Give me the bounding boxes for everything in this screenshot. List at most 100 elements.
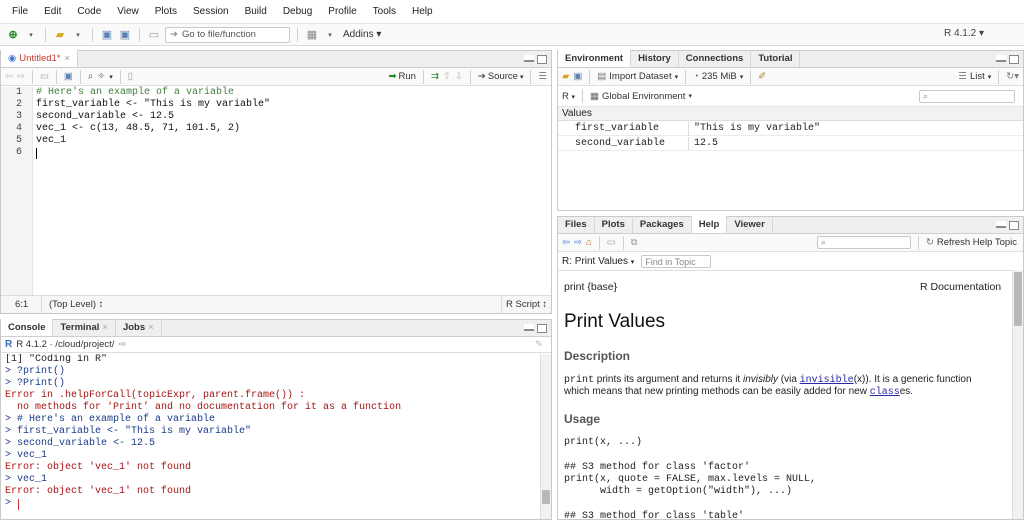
class-link[interactable]: class xyxy=(870,387,900,398)
tab-connections[interactable]: Connections xyxy=(679,50,752,67)
maximize-icon[interactable] xyxy=(537,324,547,333)
menu-item-plots[interactable]: Plots xyxy=(147,6,185,17)
go-down-icon[interactable]: ⇩ xyxy=(455,71,463,82)
environment-row[interactable]: second_variable 12.5 xyxy=(558,137,1023,151)
memory-usage-button[interactable]: ◔ 235 MiB ▾ xyxy=(693,71,743,82)
scope-selector[interactable]: (Top Level) ↕ xyxy=(49,299,103,310)
new-file-icon[interactable]: ⊕ xyxy=(6,28,20,42)
home-icon[interactable]: ⌂ xyxy=(586,237,592,248)
clear-console-icon[interactable]: ✎ xyxy=(535,339,543,350)
search-icon[interactable]: ⌕ xyxy=(88,71,93,82)
menu-item-view[interactable]: View xyxy=(109,6,147,17)
find-in-topic-input[interactable]: Find in Topic xyxy=(641,255,712,268)
print-icon[interactable]: ▭ xyxy=(147,28,161,42)
menu-item-debug[interactable]: Debug xyxy=(275,6,320,17)
tab-history[interactable]: History xyxy=(631,50,679,67)
forward-arrow-icon[interactable]: ⇨ xyxy=(574,237,582,248)
import-dataset-button[interactable]: ▤ Import Dataset ▾ xyxy=(597,71,678,82)
tab-viewer[interactable]: Viewer xyxy=(727,216,773,233)
save-icon[interactable]: ▣ xyxy=(64,71,73,82)
environment-selector[interactable]: ▦ Global Environment ▾ xyxy=(590,91,692,102)
goto-file-input[interactable]: ➔ Go to file/function xyxy=(165,26,290,43)
compile-report-icon[interactable]: ▯ xyxy=(128,71,133,82)
minimize-icon[interactable] xyxy=(524,324,534,331)
menu-item-profile[interactable]: Profile xyxy=(320,6,364,17)
maximize-icon[interactable] xyxy=(1009,221,1019,230)
scrollbar-thumb[interactable] xyxy=(1014,272,1022,326)
menu-item-file[interactable]: File xyxy=(4,6,36,17)
tab-untitled1[interactable]: ◉ Untitled1* × xyxy=(1,50,79,67)
addins-button[interactable]: Addins ▾ xyxy=(343,29,381,40)
back-arrow-icon[interactable]: ⇦ xyxy=(5,71,13,82)
save-icon[interactable]: ▣ xyxy=(100,28,114,42)
close-icon[interactable]: × xyxy=(102,322,108,333)
help-content: print {base} R Documentation Print Value… xyxy=(558,270,1011,519)
tab-environment[interactable]: Environment xyxy=(558,50,632,67)
menu-item-tools[interactable]: Tools xyxy=(365,6,404,17)
view-mode-button[interactable]: ☰ List ▾ xyxy=(958,71,991,82)
tab-packages[interactable]: Packages xyxy=(633,216,692,233)
dropdown-arrow-icon[interactable]: ▾ xyxy=(71,28,85,42)
menu-item-help[interactable]: Help xyxy=(404,6,441,17)
grid-layout-icon[interactable]: ▦ xyxy=(305,28,319,42)
menu-item-code[interactable]: Code xyxy=(69,6,109,17)
source-button[interactable]: ➔ Source ▾ xyxy=(478,71,524,82)
help-tabbar: Files Plots Packages Help Viewer xyxy=(558,216,1023,234)
menu-item-session[interactable]: Session xyxy=(185,6,237,17)
back-arrow-icon[interactable]: ⇦ xyxy=(562,237,570,248)
broom-icon[interactable]: ✐ xyxy=(758,71,766,82)
variable-name: second_variable xyxy=(575,138,666,149)
language-selector[interactable]: R ▾ xyxy=(562,91,575,102)
open-folder-icon[interactable]: ▰ xyxy=(53,28,67,42)
minimize-icon[interactable] xyxy=(524,55,534,62)
invisible-link[interactable]: invisible xyxy=(800,375,854,386)
topic-selector[interactable]: R: Print Values ▾ xyxy=(562,256,634,267)
load-workspace-icon[interactable]: ▰ xyxy=(562,71,569,82)
minimize-icon[interactable] xyxy=(996,55,1006,62)
tab-terminal[interactable]: Terminal × xyxy=(53,319,116,336)
run-button[interactable]: ➡ Run xyxy=(389,71,416,82)
close-icon[interactable]: × xyxy=(148,322,154,333)
r-version-label[interactable]: R 4.1.2 ▾ xyxy=(944,28,984,39)
refresh-help-button[interactable]: ↻ Refresh Help Topic xyxy=(926,237,1017,248)
console-output[interactable]: [1] "Coding in R" > ?print() > ?Print() Err… xyxy=(1,354,539,519)
forward-arrow-icon[interactable]: ⇨ xyxy=(17,71,25,82)
source-label: Source xyxy=(487,71,518,82)
maximize-icon[interactable] xyxy=(537,55,547,64)
menu-item-build[interactable]: Build xyxy=(237,6,275,17)
main-toolbar: ⊕ ▾ ▰ ▾ ▣ ▣ ▭ ➔ Go to file/function ▦ ▾ … xyxy=(0,24,1024,46)
tab-tutorial[interactable]: Tutorial xyxy=(751,50,801,67)
code-editor[interactable]: 1 2 3 4 5 6 # Here's an example of a var… xyxy=(1,87,551,295)
show-in-window-icon[interactable]: ⧉ xyxy=(631,237,638,248)
tab-files[interactable]: Files xyxy=(558,216,595,233)
help-scrollbar[interactable] xyxy=(1012,270,1023,519)
show-in-window-icon[interactable]: ▭ xyxy=(40,71,49,82)
console-scrollbar[interactable] xyxy=(540,354,551,519)
print-icon[interactable]: ▭ xyxy=(607,237,616,248)
refresh-icon[interactable]: ↻▾ xyxy=(1006,71,1019,82)
close-icon[interactable]: × xyxy=(65,53,71,64)
dropdown-arrow-icon[interactable]: ▾ xyxy=(323,28,337,42)
help-search-input[interactable]: ⌕ xyxy=(816,236,911,249)
save-workspace-icon[interactable]: ▣ xyxy=(573,71,582,82)
tab-jobs[interactable]: Jobs × xyxy=(116,319,162,336)
tab-plots[interactable]: Plots xyxy=(595,216,633,233)
scrollbar-thumb[interactable] xyxy=(542,490,550,504)
environment-row[interactable]: first_variable "This is my variable" xyxy=(558,122,1023,136)
menu-item-edit[interactable]: Edit xyxy=(36,6,69,17)
tab-help[interactable]: Help xyxy=(691,216,728,233)
tab-console[interactable]: Console xyxy=(1,319,54,336)
dropdown-arrow-icon[interactable]: ▾ xyxy=(109,73,113,81)
list-icon: ☰ xyxy=(958,71,967,82)
minimize-icon[interactable] xyxy=(996,221,1006,228)
filetype-selector[interactable]: R Script ↕ xyxy=(506,299,547,310)
magic-wand-icon[interactable]: ✧ xyxy=(97,71,105,82)
outline-icon[interactable]: ☰ xyxy=(538,71,547,82)
maximize-icon[interactable] xyxy=(1009,55,1019,64)
dropdown-arrow-icon[interactable]: ▾ xyxy=(24,28,38,42)
go-up-icon[interactable]: ⇧ xyxy=(443,71,451,82)
environment-search-input[interactable]: ⌕ xyxy=(919,89,1015,103)
save-all-icon[interactable]: ▣ xyxy=(118,28,132,42)
rerun-icon[interactable]: ⇉ xyxy=(431,71,439,82)
go-to-directory-icon[interactable]: ⇨ xyxy=(118,339,126,350)
